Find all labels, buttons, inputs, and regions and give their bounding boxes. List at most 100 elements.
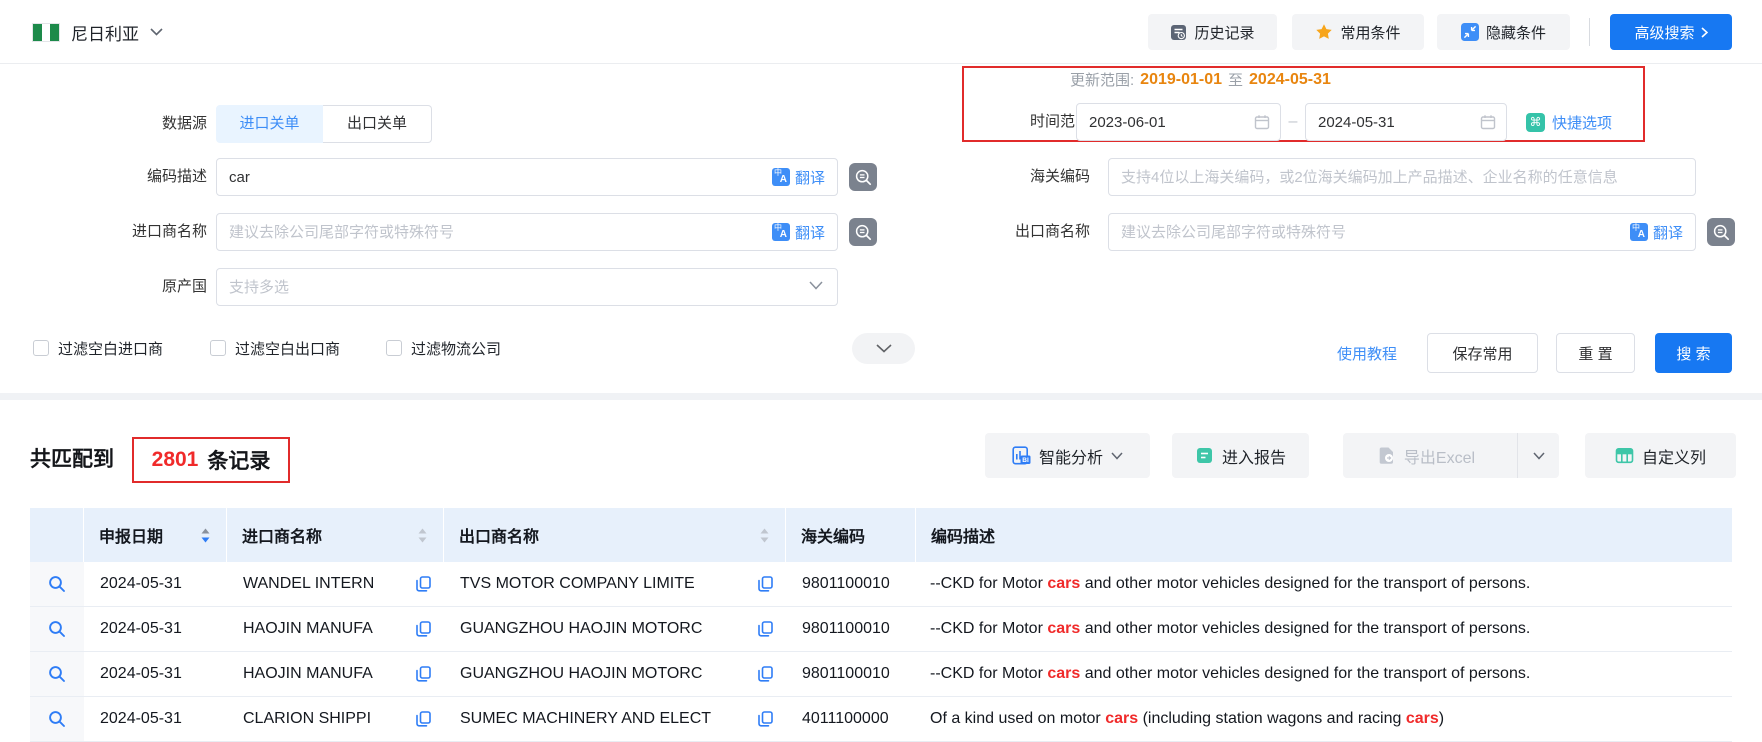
tab-export-declarations[interactable]: 出口关单 — [323, 105, 432, 143]
export-excel-main[interactable]: 导出Excel — [1343, 444, 1509, 468]
filter-logistics-checkbox[interactable]: 过滤物流公司 — [386, 338, 501, 358]
export-options-chevron[interactable] — [1517, 433, 1559, 478]
table-row: 2024-05-31 WANDEL INTERN TVS MOTOR COMPA… — [30, 562, 1732, 607]
header-label: 进口商名称 — [242, 523, 322, 547]
translate-button[interactable]: 中A 翻译 — [772, 167, 837, 188]
collapse-icon — [1461, 23, 1479, 41]
keyword-highlight: cars — [1047, 620, 1080, 637]
report-icon — [1195, 446, 1214, 465]
update-range-to: 至 — [1228, 69, 1243, 90]
row-detail-button[interactable] — [30, 562, 84, 606]
exact-match-icon — [855, 169, 872, 186]
translate-label: 翻译 — [795, 167, 825, 188]
sort-icons[interactable] — [759, 528, 770, 543]
hide-conditions-button[interactable]: 隐藏条件 — [1437, 14, 1570, 50]
header-exporter-name[interactable]: 出口商名称 — [444, 508, 786, 562]
command-icon: ⌘ — [1526, 113, 1545, 132]
translate-label: 翻译 — [795, 222, 825, 243]
checkbox-icon — [33, 340, 49, 356]
origin-country-input[interactable] — [217, 279, 837, 296]
magnifier-icon — [48, 665, 66, 683]
origin-country-select[interactable] — [216, 268, 838, 306]
filter-blank-exporter-checkbox[interactable]: 过滤空白出口商 — [210, 338, 340, 358]
chevron-down-icon — [1111, 452, 1123, 460]
row-detail-button[interactable] — [30, 607, 84, 651]
code-desc-input[interactable] — [217, 169, 772, 186]
filter-blank-importer-checkbox[interactable]: 过滤空白进口商 — [33, 338, 163, 358]
header-importer-name[interactable]: 进口商名称 — [227, 508, 444, 562]
calendar-icon — [1480, 114, 1496, 130]
header-label: 海关编码 — [801, 523, 865, 547]
history-button[interactable]: 历史记录 — [1148, 14, 1277, 50]
sort-icons[interactable] — [417, 528, 428, 543]
copy-icon[interactable] — [416, 711, 431, 727]
header-declaration-date[interactable]: 申报日期 — [84, 508, 227, 562]
export-excel-label: 导出Excel — [1404, 444, 1475, 468]
favorites-button[interactable]: 常用条件 — [1292, 14, 1424, 50]
row-detail-button[interactable] — [30, 652, 84, 696]
hs-code-input[interactable] — [1109, 169, 1695, 186]
trade-data-search-page: 尼日利亚 历史记录 常用条件 — [0, 0, 1762, 742]
translate-button[interactable]: 中A 翻译 — [1630, 222, 1695, 243]
exact-match-toggle[interactable] — [849, 218, 877, 246]
export-excel-button[interactable]: 导出Excel — [1343, 433, 1559, 478]
advanced-search-button[interactable]: 高级搜索 — [1610, 14, 1732, 50]
exporter-field: 中A 翻译 — [1108, 213, 1696, 251]
table-header-row: 申报日期 进口商名称 出口商名称 — [30, 508, 1732, 562]
advanced-search-label: 高级搜索 — [1634, 22, 1694, 43]
keyword-highlight: cars — [1406, 710, 1439, 727]
update-range-line: 更新范围: 2019-01-01 至 2024-05-31 — [1070, 69, 1331, 90]
favorites-label: 常用条件 — [1340, 22, 1400, 43]
nigeria-flag-icon — [32, 23, 60, 42]
description-text: ) — [1439, 710, 1444, 727]
export-icon — [1377, 446, 1396, 465]
start-date-input[interactable]: 2023-06-01 — [1076, 103, 1281, 141]
record-count-suffix: 条记录 — [207, 445, 270, 475]
copy-icon[interactable] — [758, 666, 773, 682]
copy-icon[interactable] — [416, 666, 431, 682]
copy-icon[interactable] — [758, 621, 773, 637]
smart-analysis-button[interactable]: BI 智能分析 — [985, 433, 1150, 478]
custom-columns-button[interactable]: 自定义列 — [1585, 433, 1736, 478]
description-cell: Of a kind used on motor cars (including … — [916, 697, 1732, 741]
search-button[interactable]: 搜 索 — [1655, 333, 1732, 373]
copy-icon[interactable] — [758, 576, 773, 592]
end-date-input[interactable]: 2024-05-31 — [1305, 103, 1507, 141]
checkbox-icon — [386, 340, 402, 356]
end-date-value: 2024-05-31 — [1318, 114, 1395, 131]
row-detail-button[interactable] — [30, 697, 84, 741]
tab-import-declarations[interactable]: 进口关单 — [216, 105, 323, 143]
sort-icons[interactable] — [200, 528, 211, 543]
enter-report-button[interactable]: 进入报告 — [1172, 433, 1309, 478]
tutorial-link[interactable]: 使用教程 — [1337, 333, 1397, 373]
importer-cell: WANDEL INTERN — [227, 562, 444, 606]
collapse-form-button[interactable] — [852, 333, 915, 364]
results-table: 申报日期 进口商名称 出口商名称 — [30, 508, 1732, 742]
copy-icon[interactable] — [416, 576, 431, 592]
exact-match-toggle[interactable] — [1707, 218, 1735, 246]
translate-button[interactable]: 中A 翻译 — [772, 222, 837, 243]
quick-options-button[interactable]: ⌘ 快捷选项 — [1526, 103, 1612, 141]
table-body: 2024-05-31 WANDEL INTERN TVS MOTOR COMPA… — [30, 562, 1732, 742]
table-row: 2024-05-31 HAOJIN MANUFA GUANGZHOU HAOJI… — [30, 607, 1732, 652]
header-code-description: 编码描述 — [916, 508, 1732, 562]
save-favorite-button[interactable]: 保存常用 — [1427, 333, 1538, 373]
start-date-value: 2023-06-01 — [1089, 114, 1166, 131]
importer-input[interactable] — [217, 224, 772, 241]
description-text: Of a kind used on motor — [930, 710, 1105, 727]
country-selector[interactable]: 尼日利亚 — [32, 20, 163, 44]
exact-match-toggle[interactable] — [849, 163, 877, 191]
exporter-input[interactable] — [1109, 224, 1630, 241]
copy-icon[interactable] — [416, 621, 431, 637]
chevron-right-icon — [1701, 27, 1708, 38]
declaration-date-cell: 2024-05-31 — [84, 607, 227, 651]
reset-button[interactable]: 重 置 — [1556, 333, 1635, 373]
translate-label: 翻译 — [1653, 222, 1683, 243]
chevron-down-icon — [876, 344, 892, 353]
hs-code-cell: 4011100000 — [786, 697, 916, 741]
declaration-date-cell: 2024-05-31 — [84, 652, 227, 696]
exporter-cell: GUANGZHOU HAOJIN MOTORC — [444, 652, 786, 696]
copy-icon[interactable] — [758, 711, 773, 727]
update-range-start: 2019-01-01 — [1140, 71, 1222, 89]
quick-options-label: 快捷选项 — [1552, 112, 1612, 133]
